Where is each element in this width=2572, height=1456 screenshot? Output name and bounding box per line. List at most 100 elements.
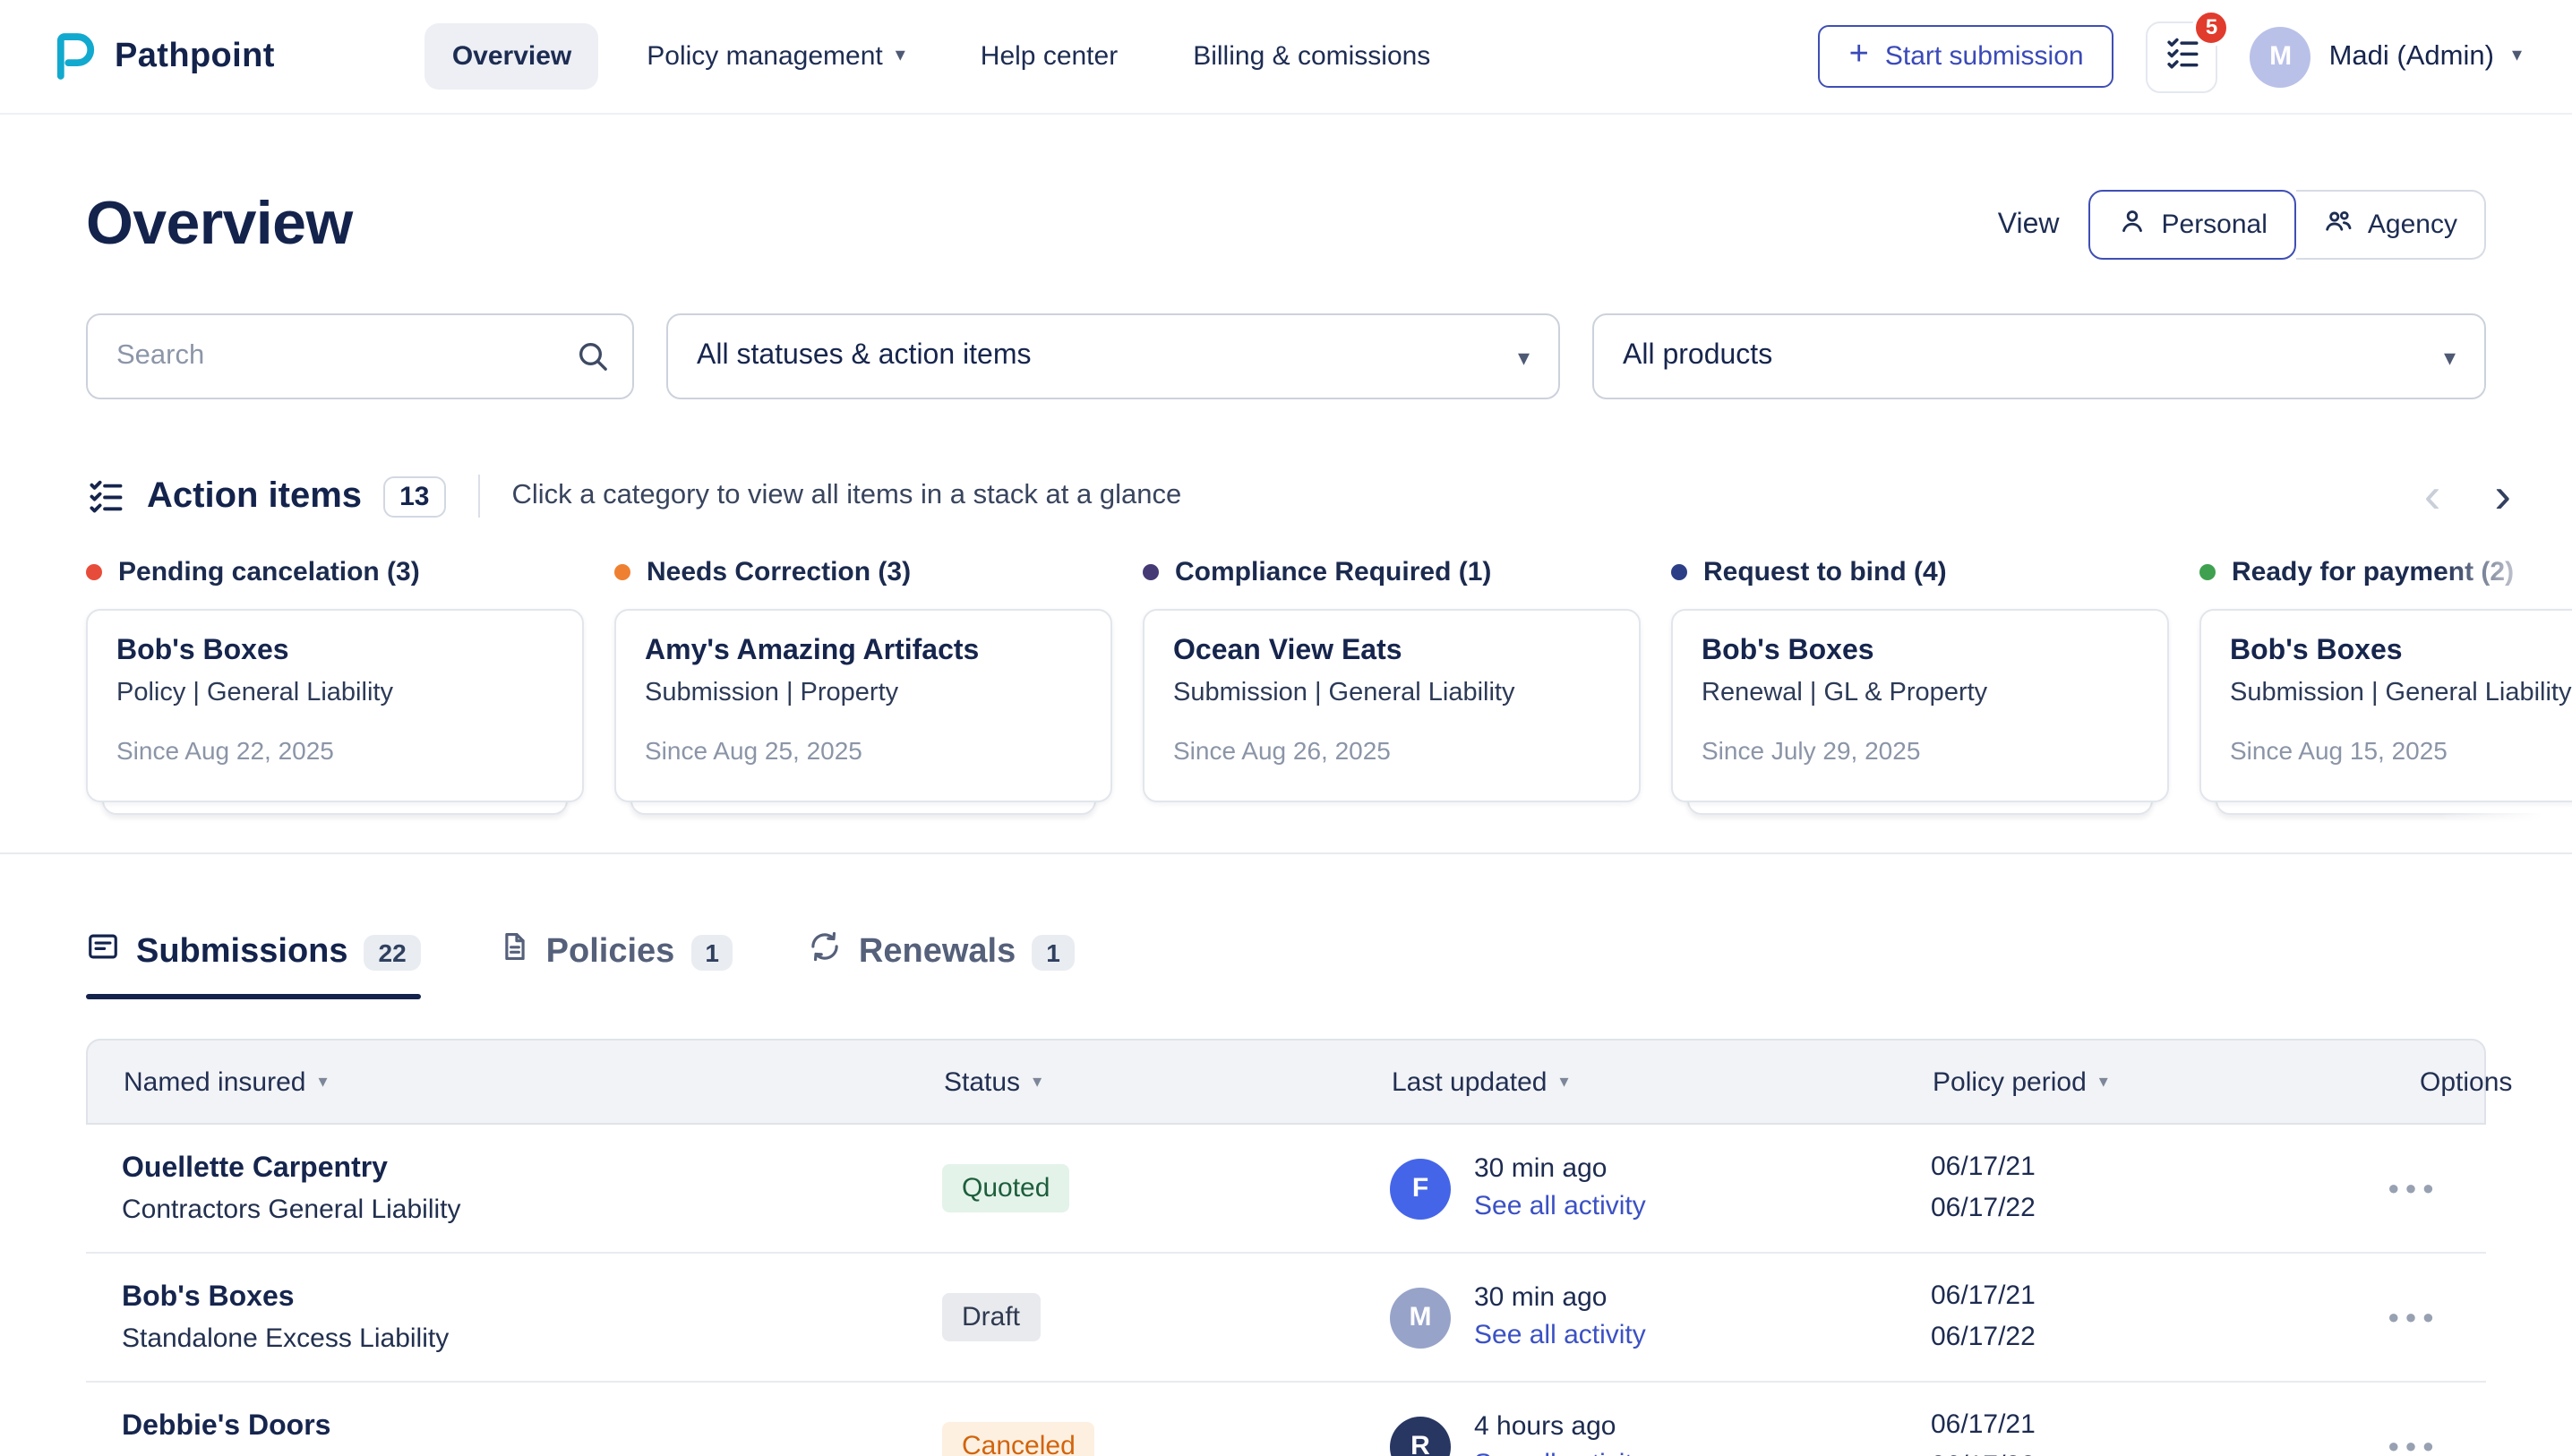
brand-home-link[interactable]: Pathpoint <box>50 32 275 81</box>
nav-item-billing-commissions[interactable]: Billing & comissions <box>1166 23 1457 90</box>
user-avatar: F <box>1390 1158 1451 1219</box>
card-since: Since Aug 15, 2025 <box>2230 736 2572 765</box>
column-header-label: Policy period <box>1933 1066 2087 1097</box>
submissions-table: Named insured ▾ Status ▾ Last updated ▾ … <box>86 1039 2486 1456</box>
category-label-text: Request to bind (4) <box>1703 557 1947 587</box>
card-meta: Submission | Property <box>645 679 1082 707</box>
navbar-actions: + Start submission 5 M Madi (Admin) ▾ <box>1819 21 2522 92</box>
action-category-ready-for-payment: Ready for payment (2) Bob's Boxes Submis… <box>2199 557 2572 802</box>
tab-policies[interactable]: Policies 1 <box>496 929 733 999</box>
product-filter-value: All products <box>1623 340 1772 373</box>
status-badge: Draft <box>942 1293 1040 1341</box>
notification-badge: 5 <box>2193 8 2231 46</box>
pathpoint-logo-icon <box>50 32 99 81</box>
period-end: 06/17/22 <box>1931 1446 2382 1456</box>
action-items-tray-button[interactable]: 5 <box>2147 21 2218 92</box>
action-item-card[interactable]: Bob's Boxes Policy | General Liability S… <box>86 609 584 802</box>
search-box <box>86 313 634 399</box>
search-input[interactable] <box>86 313 634 399</box>
tab-renewals[interactable]: Renewals 1 <box>809 929 1075 999</box>
card-since: Since July 29, 2025 <box>1702 736 2139 765</box>
card-insured-name: Ocean View Eats <box>1173 636 1610 668</box>
card-meta: Renewal | GL & Property <box>1702 679 2139 707</box>
status-dot-icon <box>1143 564 1159 580</box>
start-submission-button[interactable]: + Start submission <box>1819 25 2114 88</box>
see-all-activity-link[interactable]: See all activity <box>1474 1191 1646 1221</box>
card-insured-name: Bob's Boxes <box>2230 636 2572 668</box>
action-item-card[interactable]: Bob's Boxes Renewal | GL & Property Sinc… <box>1671 609 2169 802</box>
row-options-button[interactable]: ●●● <box>2388 1306 2486 1328</box>
tab-submissions[interactable]: Submissions 22 <box>86 929 421 999</box>
table-row[interactable]: Bob's Boxes Standalone Excess Liability … <box>86 1254 2486 1383</box>
primary-nav: Overview Policy management ▾ Help center… <box>425 23 1458 90</box>
status-dot-icon <box>614 564 630 580</box>
user-name: Madi (Admin) <box>2329 40 2494 73</box>
user-avatar: R <box>1390 1416 1451 1456</box>
action-items-title: Action items <box>147 475 362 517</box>
table-row[interactable]: Debbie's Doors Manufacturing General Lia… <box>86 1383 2486 1456</box>
column-header-status[interactable]: Status ▾ <box>908 1066 1356 1097</box>
action-item-card[interactable]: Amy's Amazing Artifacts Submission | Pro… <box>614 609 1112 802</box>
policy-period-cell: 06/17/21 06/17/22 <box>1895 1277 2382 1358</box>
insured-product: Standalone Excess Liability <box>122 1323 906 1353</box>
category-label[interactable]: Needs Correction (3) <box>614 557 1112 587</box>
status-cell: Quoted <box>906 1164 1354 1212</box>
tab-count-badge: 1 <box>1032 934 1075 970</box>
chevron-right-icon: › <box>2494 471 2511 523</box>
top-navbar: Pathpoint Overview Policy management ▾ H… <box>0 0 2572 115</box>
status-filter-value: All statuses & action items <box>697 340 1032 373</box>
action-items-section: Action items 13 Click a category to view… <box>0 471 2572 854</box>
options-cell: ●●● <box>2382 1435 2486 1456</box>
view-toggle-group: View Personal Agency <box>1998 190 2486 260</box>
view-toggle-label: Agency <box>2368 210 2457 240</box>
column-header-named-insured[interactable]: Named insured ▾ <box>88 1066 908 1097</box>
column-header-label: Named insured <box>124 1066 305 1097</box>
action-item-card[interactable]: Bob's Boxes Submission | General Liabili… <box>2199 609 2572 802</box>
status-filter-select[interactable]: All statuses & action items ▾ <box>666 313 1560 399</box>
sort-caret-icon: ▾ <box>1560 1072 1569 1092</box>
nav-item-policy-management[interactable]: Policy management ▾ <box>620 23 932 90</box>
category-label[interactable]: Pending cancelation (3) <box>86 557 584 587</box>
ellipsis-icon: ●●● <box>2388 1306 2439 1328</box>
title-row: Overview View Personal Agency <box>86 190 2486 260</box>
user-menu[interactable]: M Madi (Admin) ▾ <box>2250 26 2522 87</box>
brand-name: Pathpoint <box>115 37 275 76</box>
column-header-options: Options <box>2384 1066 2555 1097</box>
action-items-header: Action items 13 Click a category to view… <box>86 471 2572 521</box>
column-header-label: Last updated <box>1392 1066 1547 1097</box>
insured-product: Manufacturing General Liability <box>122 1452 906 1456</box>
view-toggle-agency[interactable]: Agency <box>2296 190 2486 260</box>
last-updated-cell: M 30 min ago See all activity <box>1354 1282 1895 1352</box>
category-label[interactable]: Request to bind (4) <box>1671 557 2169 587</box>
card-since: Since Aug 22, 2025 <box>116 736 553 765</box>
action-item-card[interactable]: Ocean View Eats Submission | General Lia… <box>1143 609 1641 802</box>
product-filter-select[interactable]: All products ▾ <box>1592 313 2486 399</box>
row-options-button[interactable]: ●●● <box>2388 1178 2486 1199</box>
row-options-button[interactable]: ●●● <box>2388 1435 2486 1456</box>
status-dot-icon <box>1671 564 1687 580</box>
view-toggle-personal[interactable]: Personal <box>2088 190 2296 260</box>
insured-name: Bob's Boxes <box>122 1281 906 1314</box>
nav-item-overview[interactable]: Overview <box>425 23 598 90</box>
carousel-prev-button[interactable]: ‹ <box>2424 471 2441 521</box>
options-cell: ●●● <box>2382 1178 2486 1199</box>
see-all-activity-link[interactable]: See all activity <box>1474 1320 1646 1350</box>
tab-label: Renewals <box>859 932 1016 972</box>
carousel-next-button[interactable]: › <box>2494 471 2511 521</box>
period-start: 06/17/21 <box>1931 1277 2382 1317</box>
status-cell: Draft <box>906 1293 1354 1341</box>
category-label[interactable]: Compliance Required (1) <box>1143 557 1641 587</box>
renewals-icon <box>809 929 843 974</box>
see-all-activity-link[interactable]: See all activity <box>1474 1449 1646 1456</box>
card-insured-name: Amy's Amazing Artifacts <box>645 636 1082 668</box>
app-root: Pathpoint Overview Policy management ▾ H… <box>0 0 2572 1456</box>
column-header-last-updated[interactable]: Last updated ▾ <box>1356 1066 1897 1097</box>
category-label[interactable]: Ready for payment (2) <box>2199 557 2572 587</box>
column-header-policy-period[interactable]: Policy period ▾ <box>1897 1066 2384 1097</box>
policies-icon <box>496 929 530 974</box>
nav-item-help-center[interactable]: Help center <box>954 23 1145 90</box>
column-header-label: Status <box>944 1066 1020 1097</box>
checklist-icon <box>2164 33 2201 80</box>
table-row[interactable]: Ouellette Carpentry Contractors General … <box>86 1125 2486 1254</box>
options-cell: ●●● <box>2382 1306 2486 1328</box>
